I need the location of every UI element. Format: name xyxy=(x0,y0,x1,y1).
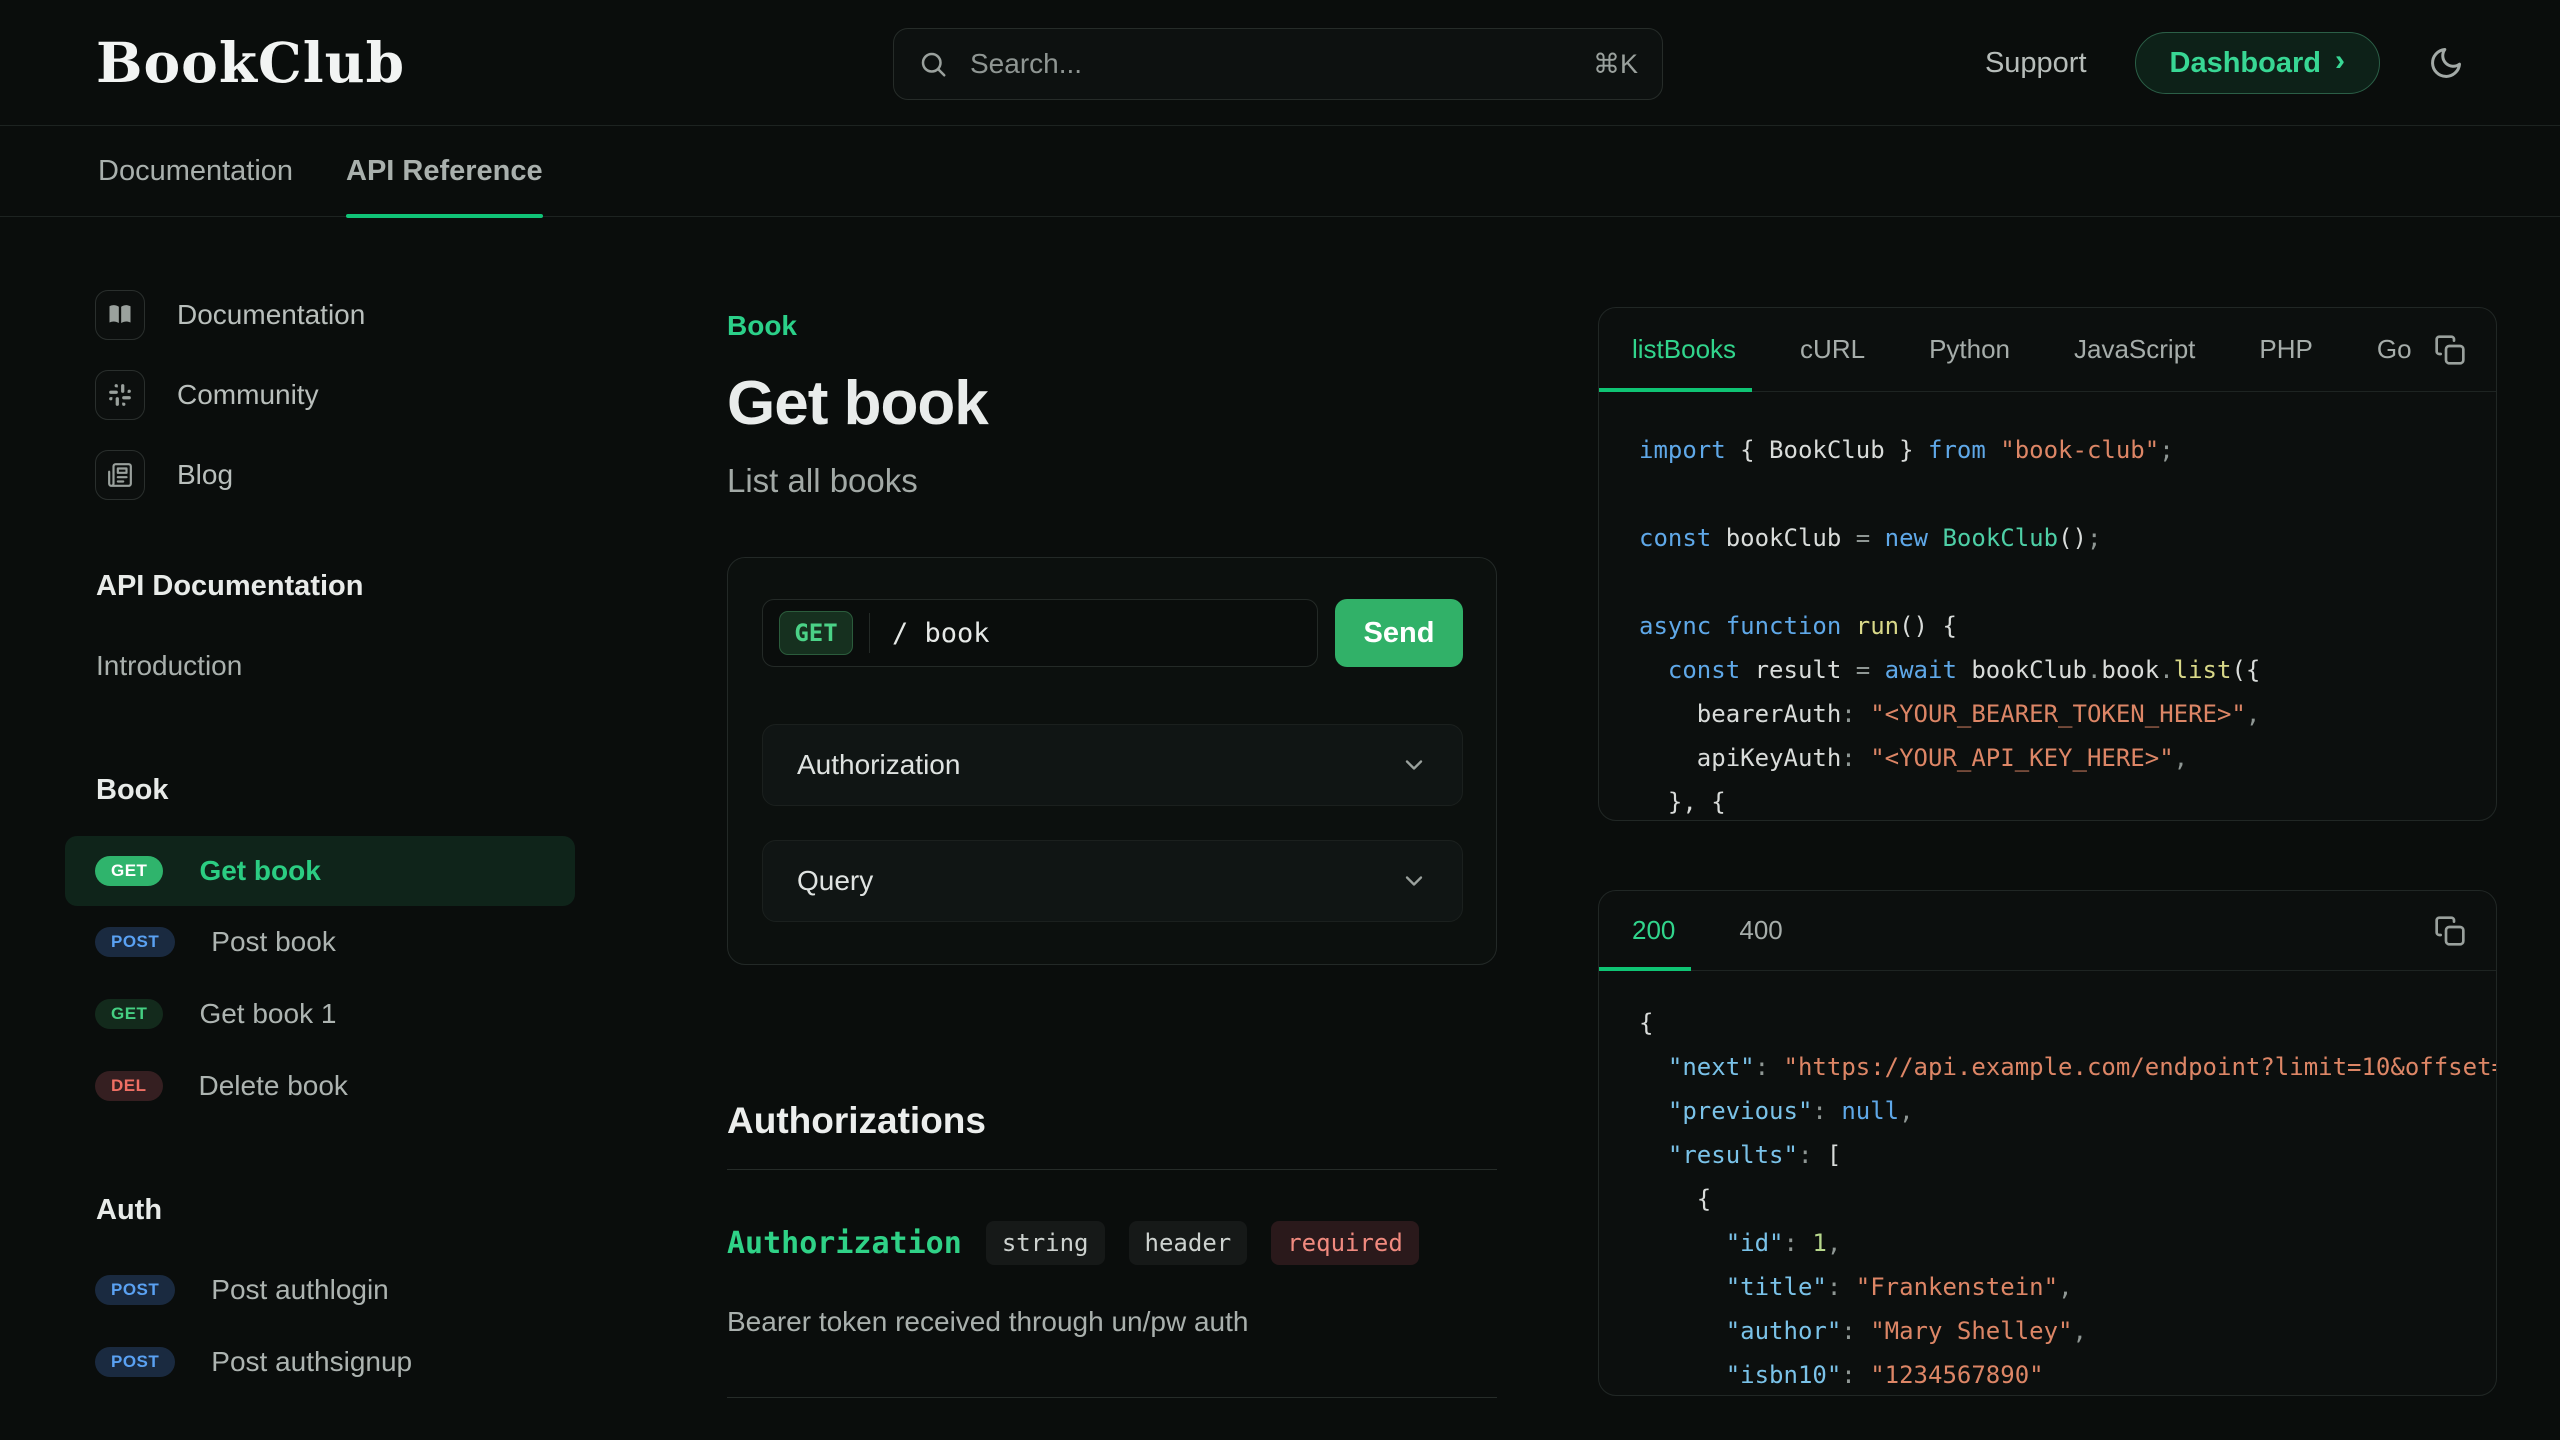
sidebar-item-label: Get book xyxy=(199,855,320,887)
endpoint-path: / book xyxy=(892,618,990,649)
method-pill: GET xyxy=(95,856,163,886)
header-actions: Support Dashboard › xyxy=(1985,0,2464,126)
code-language-tabs: listBooks cURL Python JavaScript PHP Go xyxy=(1599,308,2496,392)
response-panel: 200 400 { "next": "https://api.example.c… xyxy=(1598,890,2497,1396)
sidebar-item-label: Documentation xyxy=(177,299,365,331)
page-subtitle: List all books xyxy=(727,462,918,500)
sidebar-item-post-book[interactable]: POST Post book xyxy=(65,917,575,967)
copy-code-button[interactable] xyxy=(2434,334,2466,366)
code-tab-php[interactable]: PHP xyxy=(2259,308,2312,391)
support-link[interactable]: Support xyxy=(1985,47,2087,80)
divider xyxy=(869,613,870,653)
icon-box xyxy=(95,450,145,500)
code-tab-go[interactable]: Go xyxy=(2377,308,2412,391)
sidebar-item-introduction[interactable]: Introduction xyxy=(65,640,575,692)
sidebar: Documentation Community Blog API Documen… xyxy=(65,275,575,1387)
search-shortcut: ⌘K xyxy=(1593,49,1638,80)
dashboard-label: Dashboard xyxy=(2170,47,2321,80)
newspaper-icon xyxy=(107,462,133,488)
api-playground: GET / book Send Authorization Query xyxy=(727,557,1497,965)
category-label: Book xyxy=(727,310,797,342)
authorization-dropdown[interactable]: Authorization xyxy=(762,724,1463,806)
sidebar-item-get-book-1[interactable]: GET Get book 1 xyxy=(65,989,575,1039)
divider xyxy=(727,1169,1497,1170)
method-pill: GET xyxy=(95,999,163,1029)
method-pill: POST xyxy=(95,1347,175,1377)
sidebar-item-delete-book[interactable]: DEL Delete book xyxy=(65,1061,575,1111)
code-tab-python[interactable]: Python xyxy=(1929,308,2010,391)
sidebar-item-get-book[interactable]: GET Get book xyxy=(65,836,575,906)
sidebar-item-label: Delete book xyxy=(199,1070,348,1102)
send-button[interactable]: Send xyxy=(1335,599,1463,667)
method-badge: GET xyxy=(779,611,853,655)
copy-icon xyxy=(2434,915,2466,947)
endpoint-input[interactable]: GET / book xyxy=(762,599,1318,667)
chevron-down-icon xyxy=(1400,867,1428,895)
sidebar-item-documentation[interactable]: Documentation xyxy=(65,275,575,355)
method-pill: DEL xyxy=(95,1071,163,1101)
slack-icon xyxy=(107,382,133,408)
dropdown-label: Query xyxy=(797,865,873,897)
sidebar-item-label: Post book xyxy=(211,926,336,958)
sidebar-section-title: Book xyxy=(65,770,575,810)
app-logo[interactable]: BookClub xyxy=(96,30,405,95)
param-description: Bearer token received through un/pw auth xyxy=(727,1306,1248,1338)
theme-toggle-button[interactable] xyxy=(2428,45,2464,81)
tab-api-reference[interactable]: API Reference xyxy=(346,126,543,217)
param-name: Authorization xyxy=(727,1226,962,1261)
sidebar-item-label: Post authlogin xyxy=(211,1274,388,1306)
dashboard-button[interactable]: Dashboard › xyxy=(2135,32,2380,94)
response-json: { "next": "https://api.example.com/endpo… xyxy=(1599,971,2496,1396)
book-open-icon xyxy=(106,301,134,329)
primary-tabbar: Documentation API Reference xyxy=(0,126,2560,217)
sidebar-item-blog[interactable]: Blog xyxy=(65,435,575,515)
authorizations-heading: Authorizations xyxy=(727,1100,986,1142)
response-status-tabs: 200 400 xyxy=(1599,891,2496,971)
dropdown-label: Authorization xyxy=(797,749,960,781)
moon-icon xyxy=(2428,45,2464,81)
copy-icon xyxy=(2434,334,2466,366)
search-input[interactable]: Search... ⌘K xyxy=(893,28,1663,100)
location-badge: header xyxy=(1129,1221,1248,1265)
sidebar-section-title: API Documentation xyxy=(65,566,575,606)
sidebar-item-label: Post authsignup xyxy=(211,1346,412,1378)
divider xyxy=(727,1397,1497,1398)
method-pill: POST xyxy=(95,1275,175,1305)
type-badge: string xyxy=(986,1221,1105,1265)
chevron-down-icon xyxy=(1400,751,1428,779)
response-tab-400[interactable]: 400 xyxy=(1739,891,1782,970)
sidebar-item-community[interactable]: Community xyxy=(65,355,575,435)
sidebar-item-label: Community xyxy=(177,379,319,411)
tab-documentation[interactable]: Documentation xyxy=(98,126,293,217)
sidebar-item-post-authsignup[interactable]: POST Post authsignup xyxy=(65,1337,575,1387)
search-icon xyxy=(918,49,948,79)
sidebar-item-label: Blog xyxy=(177,459,233,491)
required-badge: required xyxy=(1271,1221,1419,1265)
sidebar-section-title: Auth xyxy=(65,1190,575,1230)
icon-box xyxy=(95,290,145,340)
code-tab-javascript[interactable]: JavaScript xyxy=(2074,308,2195,391)
search-placeholder: Search... xyxy=(970,48,1593,80)
code-tab-curl[interactable]: cURL xyxy=(1800,308,1865,391)
icon-box xyxy=(95,370,145,420)
authorization-param-row: Authorization string header required xyxy=(727,1218,1419,1268)
header: BookClub Search... ⌘K Support Dashboard … xyxy=(0,0,2560,126)
code-example-panel: listBooks cURL Python JavaScript PHP Go … xyxy=(1598,307,2497,821)
sidebar-item-label: Get book 1 xyxy=(199,998,336,1030)
code-tab-listbooks[interactable]: listBooks xyxy=(1632,308,1736,391)
query-dropdown[interactable]: Query xyxy=(762,840,1463,922)
copy-response-button[interactable] xyxy=(2434,915,2466,947)
response-tab-200[interactable]: 200 xyxy=(1632,891,1675,970)
code-block: import { BookClub } from "book-club"; co… xyxy=(1599,392,2496,821)
method-pill: POST xyxy=(95,927,175,957)
sidebar-item-post-authlogin[interactable]: POST Post authlogin xyxy=(65,1265,575,1315)
page-title: Get book xyxy=(727,368,988,439)
chevron-right-icon: › xyxy=(2335,46,2345,76)
